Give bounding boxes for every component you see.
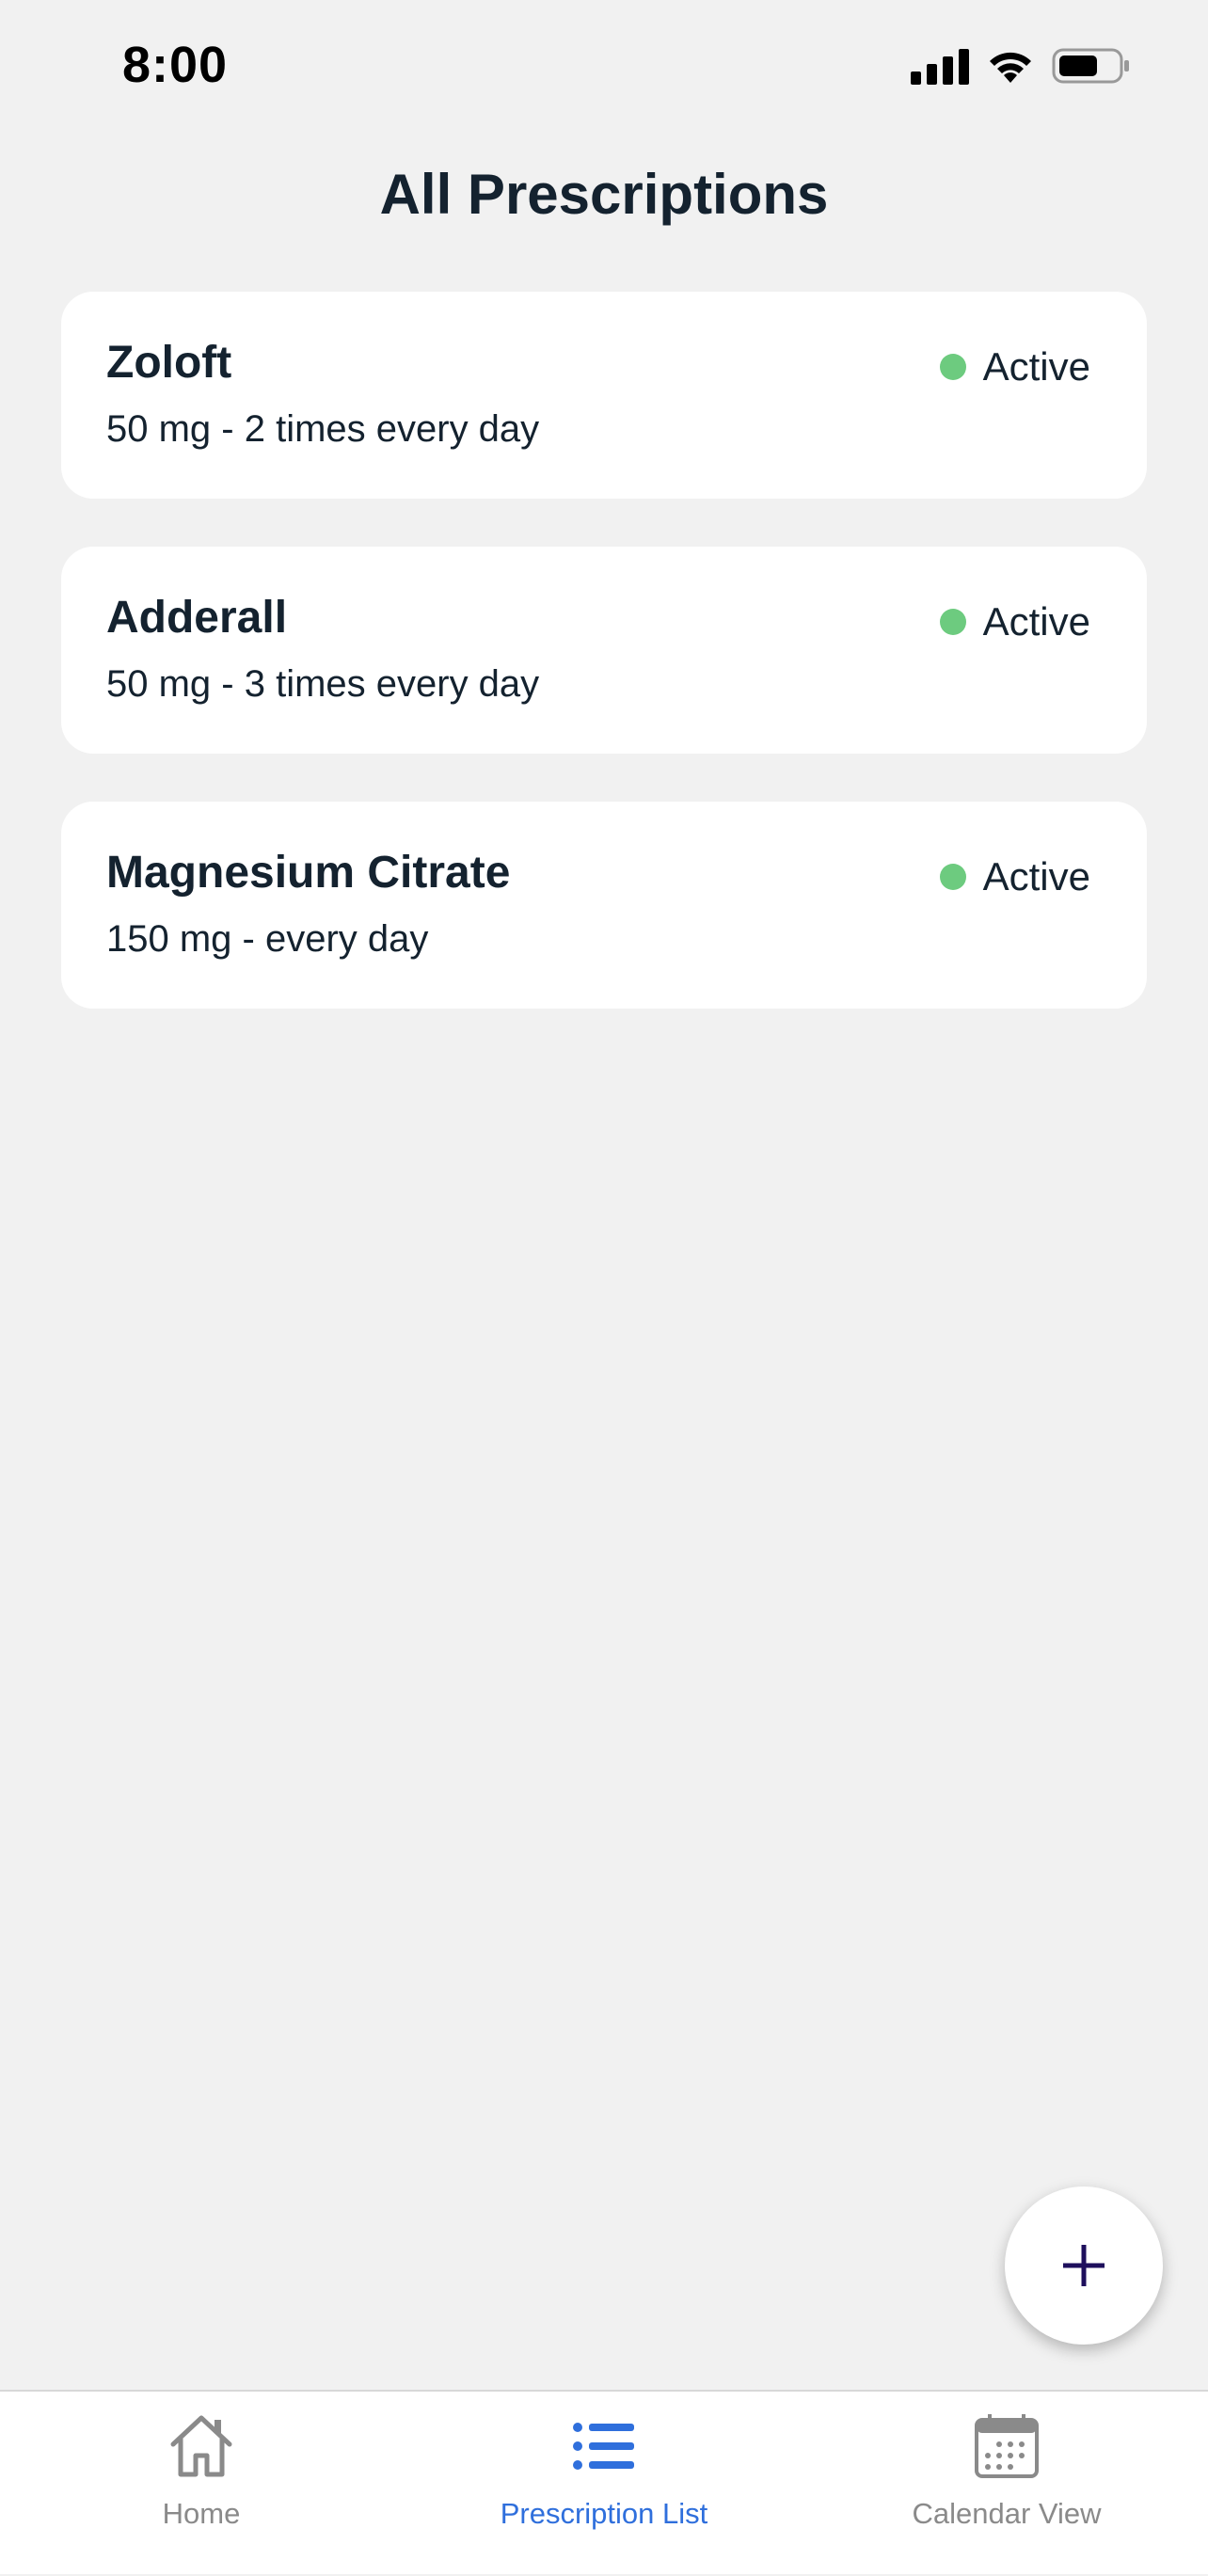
battery-icon bbox=[1052, 48, 1129, 84]
prescription-card[interactable]: Adderall 50 mg - 3 times every day Activ… bbox=[61, 547, 1147, 754]
status-dot-icon bbox=[939, 354, 966, 380]
status-label: Active bbox=[982, 599, 1090, 644]
prescription-list: Zoloft 50 mg - 2 times every day Active … bbox=[61, 292, 1147, 1057]
tab-label: Calendar View bbox=[912, 2497, 1102, 2530]
bottom-tab-bar: Home Prescription List Calendar View bbox=[0, 2390, 1208, 2574]
prescription-status: Active bbox=[939, 344, 1090, 390]
tab-calendar-view[interactable]: Calendar View bbox=[805, 2392, 1208, 2576]
prescription-dosage: 50 mg - 2 times every day bbox=[106, 408, 540, 450]
prescription-name: Magnesium Citrate bbox=[106, 848, 511, 898]
wifi-icon bbox=[990, 52, 1031, 83]
status-time: 8:00 bbox=[122, 37, 229, 93]
prescription-card[interactable]: Magnesium Citrate 150 mg - every day Act… bbox=[61, 802, 1147, 1009]
status-label: Active bbox=[982, 854, 1090, 898]
tab-label: Prescription List bbox=[500, 2497, 708, 2530]
status-dot-icon bbox=[939, 864, 966, 890]
add-prescription-button[interactable] bbox=[1005, 2186, 1163, 2345]
status-icons bbox=[911, 47, 1131, 85]
prescription-card[interactable]: Zoloft 50 mg - 2 times every day Active bbox=[61, 292, 1147, 499]
calendar-icon bbox=[975, 2414, 1039, 2478]
prescription-name: Adderall bbox=[106, 593, 288, 643]
home-icon bbox=[170, 2415, 232, 2477]
tab-home[interactable]: Home bbox=[0, 2392, 403, 2576]
prescription-dosage: 50 mg - 3 times every day bbox=[106, 663, 540, 705]
status-bar: 8:00 bbox=[0, 0, 1208, 132]
prescription-dosage: 150 mg - every day bbox=[106, 918, 429, 960]
prescription-status: Active bbox=[939, 599, 1090, 644]
tab-prescription-list[interactable]: Prescription List bbox=[403, 2392, 805, 2576]
tab-label: Home bbox=[162, 2497, 241, 2530]
status-dot-icon bbox=[939, 609, 966, 635]
plus-icon bbox=[1063, 2245, 1105, 2286]
prescription-status: Active bbox=[939, 854, 1090, 899]
list-icon bbox=[573, 2423, 634, 2470]
status-label: Active bbox=[982, 344, 1090, 389]
prescription-name: Zoloft bbox=[106, 338, 232, 388]
page-title: All Prescriptions bbox=[379, 163, 829, 226]
cellular-signal-icon bbox=[911, 47, 969, 85]
